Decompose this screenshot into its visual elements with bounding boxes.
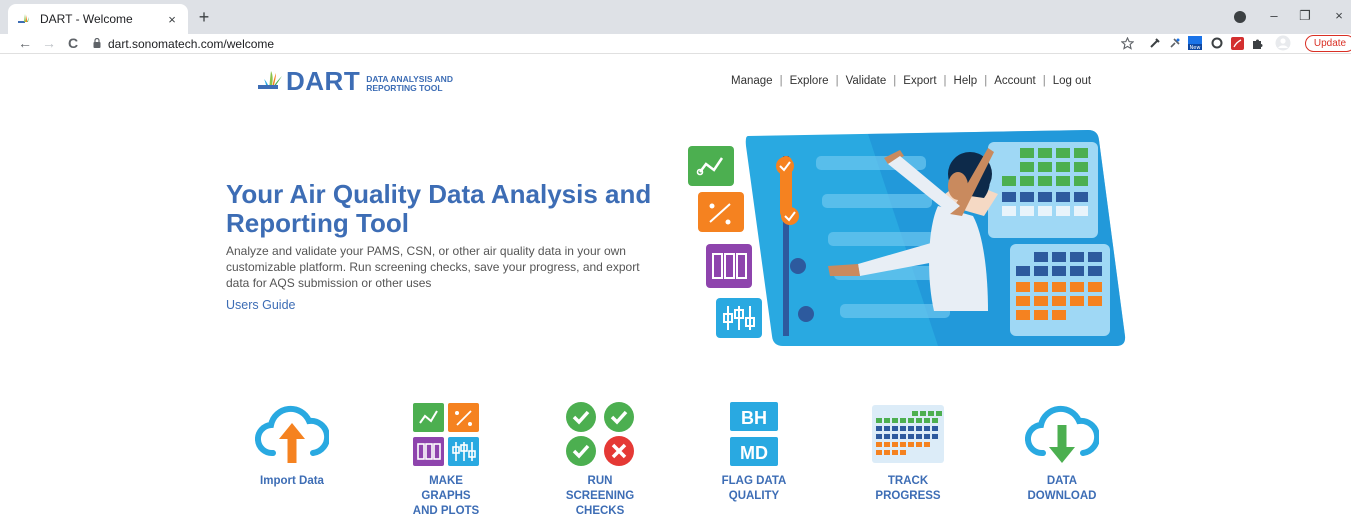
dart-leaf-icon	[258, 70, 282, 89]
dart-favicon-icon	[18, 14, 29, 23]
screening-checks-icon	[566, 402, 634, 466]
nav-separator: |	[943, 75, 947, 87]
svg-text:New: New	[1190, 45, 1201, 51]
flag-badge-bh: BH	[741, 408, 767, 428]
hero-illustration	[688, 130, 1126, 346]
feature-import-data[interactable]: Import Data	[222, 398, 362, 489]
address-bar[interactable]: dart.sonomatech.com/welcome	[108, 37, 274, 51]
feature-label: Import Data	[260, 475, 324, 487]
browser-tabstrip: DART - Welcome × + – ❐ ×	[0, 0, 1351, 34]
main-nav: Manage | Explore | Validate | Export | H…	[731, 75, 1091, 87]
hero-title: Your Air Quality Data Analysis and Repor…	[226, 179, 652, 238]
tab-close-icon[interactable]: ×	[164, 12, 180, 27]
browser-toolbar: ← → C dart.sonomatech.com/welcome New Up…	[0, 34, 1351, 54]
nav-validate[interactable]: Validate	[846, 75, 887, 87]
new-badge-icon[interactable]: New	[1187, 35, 1203, 51]
tab-title: DART - Welcome	[40, 12, 133, 26]
hero-description: Analyze and validate your PAMS, CSN, or …	[226, 244, 640, 290]
nav-separator: |	[835, 75, 839, 87]
reload-icon[interactable]: C	[64, 34, 82, 52]
lock-icon[interactable]	[93, 38, 101, 48]
profile-icon[interactable]	[1275, 35, 1291, 51]
feature-data-download[interactable]: DATA DOWNLOAD	[992, 398, 1132, 504]
update-button[interactable]: Update	[1305, 35, 1351, 52]
progress-grid-icon	[872, 405, 944, 463]
nav-separator: |	[984, 75, 988, 87]
minimize-icon[interactable]: –	[1264, 8, 1284, 23]
nav-account[interactable]: Account	[994, 75, 1036, 87]
feature-label: MAKE GRAPHS AND PLOTS	[412, 475, 480, 517]
pdf-icon[interactable]	[1229, 35, 1245, 51]
graphs-plots-icon	[413, 403, 479, 466]
feature-label: DATA DOWNLOAD	[1027, 475, 1097, 502]
nav-separator: |	[893, 75, 897, 87]
features-row: Import Data MAKE GRAPHS AND PLOTS RUN SC…	[230, 398, 1130, 527]
flag-quality-icon: BH MD	[730, 402, 778, 466]
pin-icon[interactable]	[1167, 35, 1183, 51]
restore-icon[interactable]: ❐	[1295, 8, 1315, 24]
logo-subtitle-line2: REPORTING TOOL	[366, 82, 443, 93]
new-tab-button[interactable]: +	[194, 8, 214, 26]
feature-label: FLAG DATA QUALITY	[721, 475, 787, 502]
cloud-download-icon	[1025, 405, 1099, 463]
chrome-profile-icon[interactable]	[1234, 11, 1246, 23]
logo-subtitle: DATA ANALYSIS AND REPORTING TOOL	[366, 74, 453, 93]
cloud-upload-icon	[255, 405, 329, 463]
feature-track-progress[interactable]: TRACK PROGRESS	[838, 398, 978, 504]
logo-wordmark: DART	[286, 66, 361, 96]
feature-label: RUN SCREENING CHECKS	[565, 475, 635, 517]
back-icon[interactable]: ←	[16, 34, 34, 52]
browser-tab[interactable]: DART - Welcome ×	[8, 4, 188, 34]
nav-export[interactable]: Export	[903, 75, 936, 87]
flag-badge-md: MD	[740, 443, 768, 463]
feature-make-graphs[interactable]: MAKE GRAPHS AND PLOTS	[376, 398, 516, 519]
nav-logout[interactable]: Log out	[1053, 75, 1091, 87]
star-icon[interactable]	[1119, 35, 1135, 51]
feature-screening-checks[interactable]: RUN SCREENING CHECKS	[530, 398, 670, 519]
feature-label: TRACK PROGRESS	[875, 475, 941, 502]
puzzle-icon[interactable]	[1249, 35, 1265, 51]
nav-help[interactable]: Help	[954, 75, 978, 87]
eyedropper-icon[interactable]	[1147, 35, 1163, 51]
feature-flag-quality[interactable]: BH MD FLAG DATA QUALITY	[684, 398, 824, 504]
nav-separator: |	[1042, 75, 1046, 87]
nav-explore[interactable]: Explore	[790, 75, 829, 87]
dart-logo[interactable]: DART DATA ANALYSIS AND REPORTING TOOL	[256, 66, 453, 97]
nav-manage[interactable]: Manage	[731, 75, 773, 87]
circle-icon[interactable]	[1209, 35, 1225, 51]
window-close-icon[interactable]: ×	[1329, 8, 1349, 23]
forward-icon[interactable]: →	[40, 34, 58, 52]
nav-separator: |	[779, 75, 783, 87]
users-guide-link[interactable]: Users Guide	[226, 298, 295, 312]
